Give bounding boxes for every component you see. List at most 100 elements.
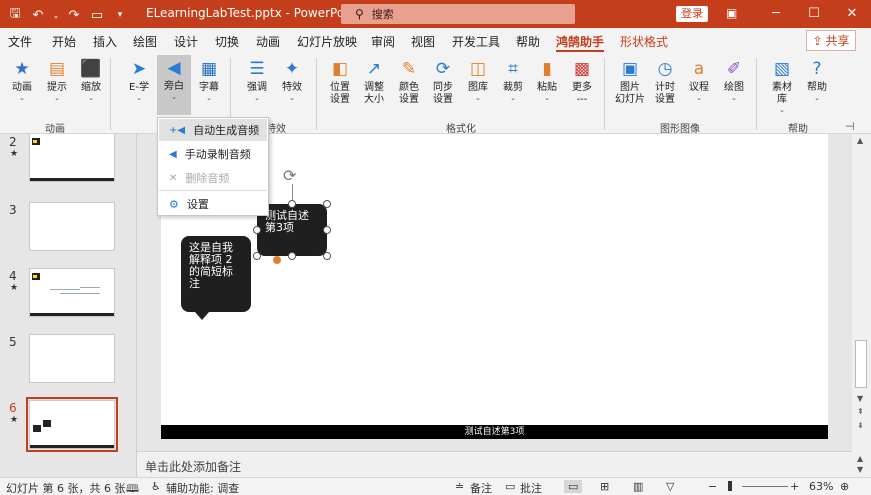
comments-icon[interactable]: ▭ [505,480,515,493]
ribbon-button-0[interactable]: ★ 动画 ⌄ [5,56,39,102]
ribbon-button-1[interactable]: ▤ 提示 ⌄ [40,56,74,102]
reading-view-icon[interactable]: ▥ [633,480,643,493]
notes-scroll-down-icon[interactable]: ▼ [857,465,863,474]
tab-3[interactable]: 绘图 [133,33,157,50]
ribbon-button-label: 调整 [364,82,384,93]
callout-bubble[interactable]: 这是自我解释项 2 的简短标注 [181,236,251,320]
ribbon-button-20[interactable]: ▧ 素材库 ⌄ [765,56,799,114]
vertical-scrollbar[interactable]: ▲ ▼ ⇞ ⇟ ▲ ▼ [852,134,871,477]
share-button[interactable]: ⇪ 共享 [806,30,856,51]
normal-view-icon[interactable]: ▭ [564,480,583,493]
accessibility-status[interactable]: 辅助功能: 调查 [166,480,239,495]
active-tab-underline [556,50,604,52]
scroll-down-icon[interactable]: ▼ [857,394,863,403]
close-icon[interactable]: ✕ [833,0,871,28]
customize-qat-icon[interactable]: ▾ [111,10,129,20]
tab-7[interactable]: 幻灯片放映 [297,33,357,50]
tab-8[interactable]: 审阅 [371,33,395,50]
save-icon[interactable]: 🖫 [6,4,24,26]
slide-thumbnail[interactable] [29,202,115,251]
pin-ribbon-icon[interactable]: ⊣ [845,120,855,133]
ribbon-button-14[interactable]: ▮ 粘贴 ⌄ [530,56,564,102]
zoom-level[interactable]: 63% [809,480,833,493]
slideshow-icon[interactable]: ▽ [666,480,674,493]
rotate-handle-icon[interactable]: ⟳ [283,166,296,185]
prev-slide-icon[interactable]: ⇞ [857,407,864,416]
tab-1[interactable]: 开始 [52,33,76,50]
ribbon-button-11[interactable]: ⟳ 同步 设置 [426,56,460,106]
scroll-up-icon[interactable]: ▲ [857,136,863,145]
tab-9[interactable]: 视图 [411,33,435,50]
slide-thumbnail[interactable] [26,397,118,452]
presentation-icon[interactable]: ▭ [88,8,106,23]
maximize-icon[interactable]: ☐ [795,0,833,28]
fit-slide-icon[interactable]: ⊕ [840,480,849,493]
search-box[interactable]: ⚲ 搜索 [341,4,575,24]
ribbon-button-7[interactable]: ✦ 特效 ⌄ [275,56,309,102]
spellcheck-icon[interactable]: 🕮 [126,480,139,495]
ribbon-icon: ✐ [726,59,742,79]
tab-12[interactable]: 鸿鹄助手 [556,33,604,50]
menu-item-0[interactable]: +◀ 自动生成音频 [159,119,267,141]
resize-handle[interactable] [323,252,331,260]
slide-thumbnail[interactable] [29,268,115,317]
zoom-slider-knob[interactable] [728,481,732,491]
resize-handle[interactable] [288,200,296,208]
ribbon-button-3[interactable]: ➤ E-学 ⌄ [122,56,156,102]
ribbon-button-2[interactable]: ⬛ 缩放 ⌄ [74,56,108,102]
notes-icon[interactable]: ≐ [455,480,464,493]
ribbon-button-8[interactable]: ◧ 位置 设置 [323,56,357,106]
slide-thumbnail[interactable] [29,334,115,383]
tab-11[interactable]: 帮助 [516,33,540,50]
notes-scroll-up-icon[interactable]: ▲ [857,454,863,463]
resize-handle[interactable] [253,226,261,234]
tab-2[interactable]: 插入 [93,33,117,50]
ribbon-button-5[interactable]: ▦ 字幕 ⌄ [192,56,226,102]
undo-icon[interactable]: ↶ [29,8,47,23]
redo-icon[interactable]: ↷ [65,8,83,23]
ribbon-button-16[interactable]: ▣ 图片 幻灯片 [613,56,647,106]
ribbon-button-10[interactable]: ✎ 颜色 设置 [392,56,426,106]
ribbon-display-icon[interactable]: ▣ [726,6,737,20]
tab-13[interactable]: 形状格式 [620,33,668,50]
ribbon-button-6[interactable]: ☰ 强调 ⌄ [240,56,274,102]
ribbon-button-17[interactable]: ◷ 计时 设置 [648,56,682,106]
notes-button[interactable]: 备注 [470,480,492,495]
ribbon-button-12[interactable]: ◫ 图库 ⌄ [461,56,495,102]
ribbon-button-18[interactable]: a 议程 ⌄ [682,56,716,102]
ribbon-button-13[interactable]: ⌗ 裁剪 ⌄ [496,56,530,102]
thumbnail-line [60,293,100,294]
ribbon-button-9[interactable]: ↗ 调整 大小 [357,56,391,106]
ribbon-group-label: 图形图像 [660,124,700,135]
menu-item-settings[interactable]: ⚙ 设置 [159,193,267,215]
accessibility-icon[interactable]: ♿ [151,480,161,493]
resize-handle[interactable] [323,200,331,208]
slide-thumbnail[interactable] [29,134,115,182]
ribbon-button-4[interactable]: ◀ 旁白 ⌄ [157,55,191,115]
dropdown-arrow-icon[interactable]: ⌄ [52,11,60,20]
tab-5[interactable]: 切换 [215,33,239,50]
tab-0[interactable]: 文件 [8,33,32,50]
adjust-handle[interactable] [273,256,281,264]
resize-handle[interactable] [323,226,331,234]
tab-4[interactable]: 设计 [174,33,198,50]
minimize-icon[interactable]: ─ [757,0,795,28]
login-button[interactable]: 登录 [676,6,708,22]
ribbon-button-19[interactable]: ✐ 绘图 ⌄ [717,56,751,102]
resize-handle[interactable] [253,252,261,260]
tab-10[interactable]: 开发工具 [452,33,500,50]
scrollbar-thumb[interactable] [855,340,867,388]
zoom-out-icon[interactable]: − [708,480,717,493]
ribbon-button-15[interactable]: ▩ 更多 --- [565,56,599,106]
tab-6[interactable]: 动画 [256,33,280,50]
ribbon-button-21[interactable]: ? 帮助 ⌄ [800,56,834,102]
next-slide-icon[interactable]: ⇟ [857,421,864,430]
resize-handle[interactable] [288,252,296,260]
ribbon-button-label: 图库 [468,82,488,93]
notes-pane[interactable]: 单击此处添加备注 [137,451,852,477]
slide-sorter-icon[interactable]: ⊞ [600,480,609,493]
comments-button[interactable]: 批注 [520,480,542,495]
zoom-in-icon[interactable]: + [790,480,799,493]
zoom-slider-track[interactable] [742,486,788,487]
menu-item-1[interactable]: ◀ 手动录制音频 [159,143,267,165]
